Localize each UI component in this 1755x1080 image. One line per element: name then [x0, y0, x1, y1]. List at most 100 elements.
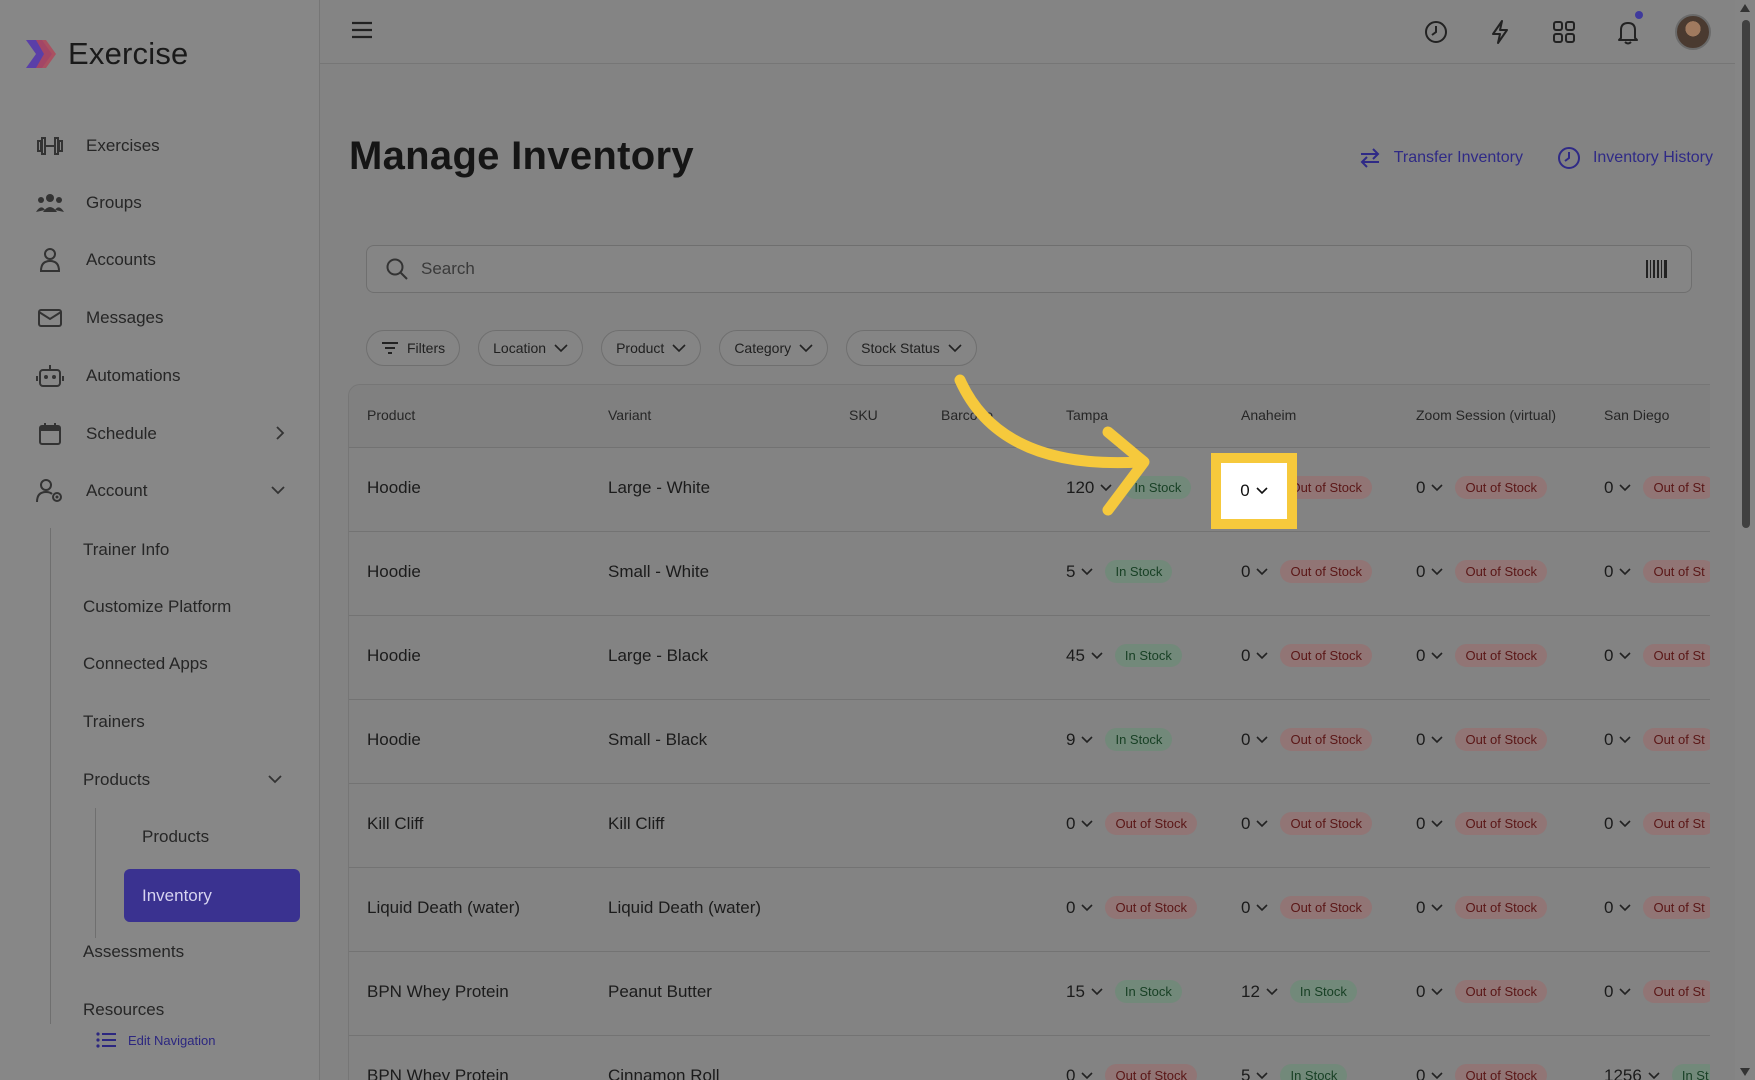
quantity-dropdown-tampa[interactable]: 45 In Stock: [1066, 644, 1182, 667]
sidebar-item-connected-apps[interactable]: Connected Apps: [83, 646, 283, 682]
sidebar-item-products-group[interactable]: Products: [83, 762, 283, 798]
quantity-dropdown-zoom[interactable]: 0 Out of Stock: [1416, 728, 1548, 751]
scroll-up-arrow-icon[interactable]: [1740, 4, 1750, 12]
quantity-dropdown-anaheim[interactable]: 12 In Stock: [1241, 980, 1357, 1003]
stock-status-badge: Out of Stock: [1455, 476, 1548, 499]
page-title: Manage Inventory: [349, 134, 694, 178]
brand-logo-icon: [26, 40, 56, 68]
category-filter-dropdown[interactable]: Category: [719, 330, 829, 366]
quantity-value: 15: [1066, 981, 1085, 1001]
chevron-down-icon: [1431, 819, 1444, 827]
quantity-dropdown-tampa[interactable]: 15 In Stock: [1066, 980, 1182, 1003]
filters-button[interactable]: Filters: [366, 330, 461, 366]
brand[interactable]: Exercise: [22, 36, 188, 72]
quantity-dropdown-tampa[interactable]: 0 Out of Stock: [1066, 896, 1198, 919]
scroll-thumb[interactable]: [1742, 20, 1750, 528]
sidebar-item-trainer-info[interactable]: Trainer Info: [83, 532, 283, 568]
stock-status-badge: Out of Stock: [1455, 560, 1548, 583]
search-bar: [366, 245, 1692, 293]
stock-status-badge: Out of Stock: [1455, 644, 1548, 667]
column-header-zoom-session[interactable]: Zoom Session (virtual): [1416, 407, 1556, 423]
sidebar-item-groups[interactable]: Groups: [36, 183, 286, 223]
sidebar-item-accounts[interactable]: Accounts: [36, 240, 286, 280]
transfer-inventory-button[interactable]: Transfer Inventory: [1358, 146, 1523, 170]
clock-icon[interactable]: [1419, 15, 1453, 49]
quantity-dropdown-sd[interactable]: 0 Out of St: [1604, 560, 1710, 583]
bell-icon[interactable]: [1611, 11, 1645, 49]
search-input[interactable]: [421, 259, 1621, 279]
product-filter-dropdown[interactable]: Product: [601, 330, 702, 366]
quantity-dropdown-zoom[interactable]: 0 Out of Stock: [1416, 1064, 1548, 1080]
quantity-dropdown-sd[interactable]: 0 Out of St: [1604, 896, 1710, 919]
quantity-dropdown-tampa[interactable]: 0 Out of Stock: [1066, 812, 1198, 835]
sidebar-item-assessments[interactable]: Assessments: [83, 934, 283, 970]
sidebar-item-exercises[interactable]: Exercises: [36, 126, 286, 166]
topbar-actions: [1419, 11, 1711, 50]
quantity-dropdown-anaheim[interactable]: 0 Out of Stock: [1241, 560, 1373, 583]
quantity-value: 0: [1416, 477, 1426, 497]
page-scrollbar[interactable]: [1735, 0, 1755, 1080]
table-row[interactable]: Hoodie Small - Black 9 In Stock 0 Out of Stoc…: [349, 700, 1710, 784]
highlighted-quantity-dropdown[interactable]: 0: [1211, 453, 1297, 529]
quantity-dropdown-sd[interactable]: 0 Out of St: [1604, 980, 1710, 1003]
table-row[interactable]: BPN Whey Protein Peanut Butter 15 In Stock 1…: [349, 952, 1710, 1036]
quantity-dropdown-tampa[interactable]: 9 In Stock: [1066, 728, 1173, 751]
table-row[interactable]: Hoodie Small - White 5 In Stock 0 Out of Stoc…: [349, 532, 1710, 616]
product-name: Hoodie: [367, 646, 421, 665]
quantity-value: 0: [1604, 477, 1614, 497]
table-row[interactable]: BPN Whey Protein Cinnamon Roll 0 Out of Sto…: [349, 1036, 1710, 1080]
sidebar-item-schedule[interactable]: Schedule: [36, 414, 286, 454]
sidebar-item-automations[interactable]: Automations: [36, 356, 286, 396]
sidebar-item-trainers[interactable]: Trainers: [83, 704, 283, 740]
quantity-dropdown-sd[interactable]: 0 Out of St: [1604, 728, 1710, 751]
quantity-value: 0: [1066, 897, 1076, 917]
quantity-dropdown-anaheim[interactable]: 5 In Stock: [1241, 1064, 1348, 1080]
quantity-dropdown-anaheim[interactable]: 0 Out of Stock: [1241, 896, 1373, 919]
quantity-dropdown-sd[interactable]: 1256 In St: [1604, 1064, 1710, 1080]
sidebar-item-inventory[interactable]: Inventory: [124, 869, 300, 922]
sidebar-item-account[interactable]: Account: [36, 471, 286, 511]
quantity-dropdown-anaheim[interactable]: 0 Out of Stock: [1241, 644, 1373, 667]
chevron-down-icon: [1619, 483, 1632, 491]
sidebar-item-messages[interactable]: Messages: [36, 298, 286, 338]
quantity-dropdown-sd[interactable]: 0 Out of St: [1604, 476, 1710, 499]
quantity-dropdown-zoom[interactable]: 0 Out of Stock: [1416, 644, 1548, 667]
column-header-product[interactable]: Product: [367, 407, 415, 423]
sidebar-item-resources[interactable]: Resources: [83, 992, 283, 1028]
sidebar-item-label: Account: [86, 481, 148, 500]
quantity-dropdown-zoom[interactable]: 0 Out of Stock: [1416, 980, 1548, 1003]
edit-navigation-link[interactable]: Edit Navigation: [96, 1032, 215, 1048]
table-row[interactable]: Hoodie Large - Black 45 In Stock 0 Out of Sto…: [349, 616, 1710, 700]
stock-status-filter-dropdown[interactable]: Stock Status: [846, 330, 977, 366]
hamburger-menu-icon[interactable]: [350, 20, 374, 40]
location-filter-dropdown[interactable]: Location: [478, 330, 584, 366]
quantity-dropdown-zoom[interactable]: 0 Out of Stock: [1416, 560, 1548, 583]
barcode-icon[interactable]: [1645, 259, 1669, 279]
column-header-sku[interactable]: SKU: [849, 407, 878, 423]
scroll-down-arrow-icon[interactable]: [1740, 1068, 1750, 1076]
avatar[interactable]: [1675, 14, 1711, 50]
quantity-dropdown-anaheim[interactable]: 0 Out of Stock: [1241, 728, 1373, 751]
quantity-dropdown-zoom[interactable]: 0 Out of Stock: [1416, 476, 1548, 499]
inventory-history-button[interactable]: Inventory History: [1557, 146, 1713, 170]
quantity-dropdown-anaheim[interactable]: 0 Out of Stock: [1241, 812, 1373, 835]
quantity-dropdown-zoom[interactable]: 0 Out of Stock: [1416, 896, 1548, 919]
list-icon: [96, 1032, 116, 1048]
quantity-dropdown-sd[interactable]: 0 Out of St: [1604, 812, 1710, 835]
column-header-variant[interactable]: Variant: [608, 407, 651, 423]
quantity-dropdown-tampa[interactable]: 0 Out of Stock: [1066, 1064, 1198, 1080]
sidebar-item-customize-platform[interactable]: Customize Platform: [83, 589, 283, 625]
quantity-value: 0: [1604, 561, 1614, 581]
chevron-down-icon: [1256, 487, 1268, 495]
column-header-anaheim[interactable]: Anaheim: [1241, 407, 1296, 423]
table-row[interactable]: Kill Cliff Kill Cliff 0 Out of Stock 0 Out of…: [349, 784, 1710, 868]
column-header-san-diego[interactable]: San Diego: [1604, 407, 1669, 423]
quantity-value: 0: [1241, 729, 1251, 749]
quantity-dropdown-zoom[interactable]: 0 Out of Stock: [1416, 812, 1548, 835]
quantity-dropdown-sd[interactable]: 0 Out of St: [1604, 644, 1710, 667]
apps-grid-icon[interactable]: [1547, 15, 1581, 49]
table-row[interactable]: Liquid Death (water) Liquid Death (water)…: [349, 868, 1710, 952]
quantity-dropdown-tampa[interactable]: 5 In Stock: [1066, 560, 1173, 583]
sidebar-item-products[interactable]: Products: [142, 819, 209, 855]
lightning-icon[interactable]: [1483, 15, 1517, 49]
